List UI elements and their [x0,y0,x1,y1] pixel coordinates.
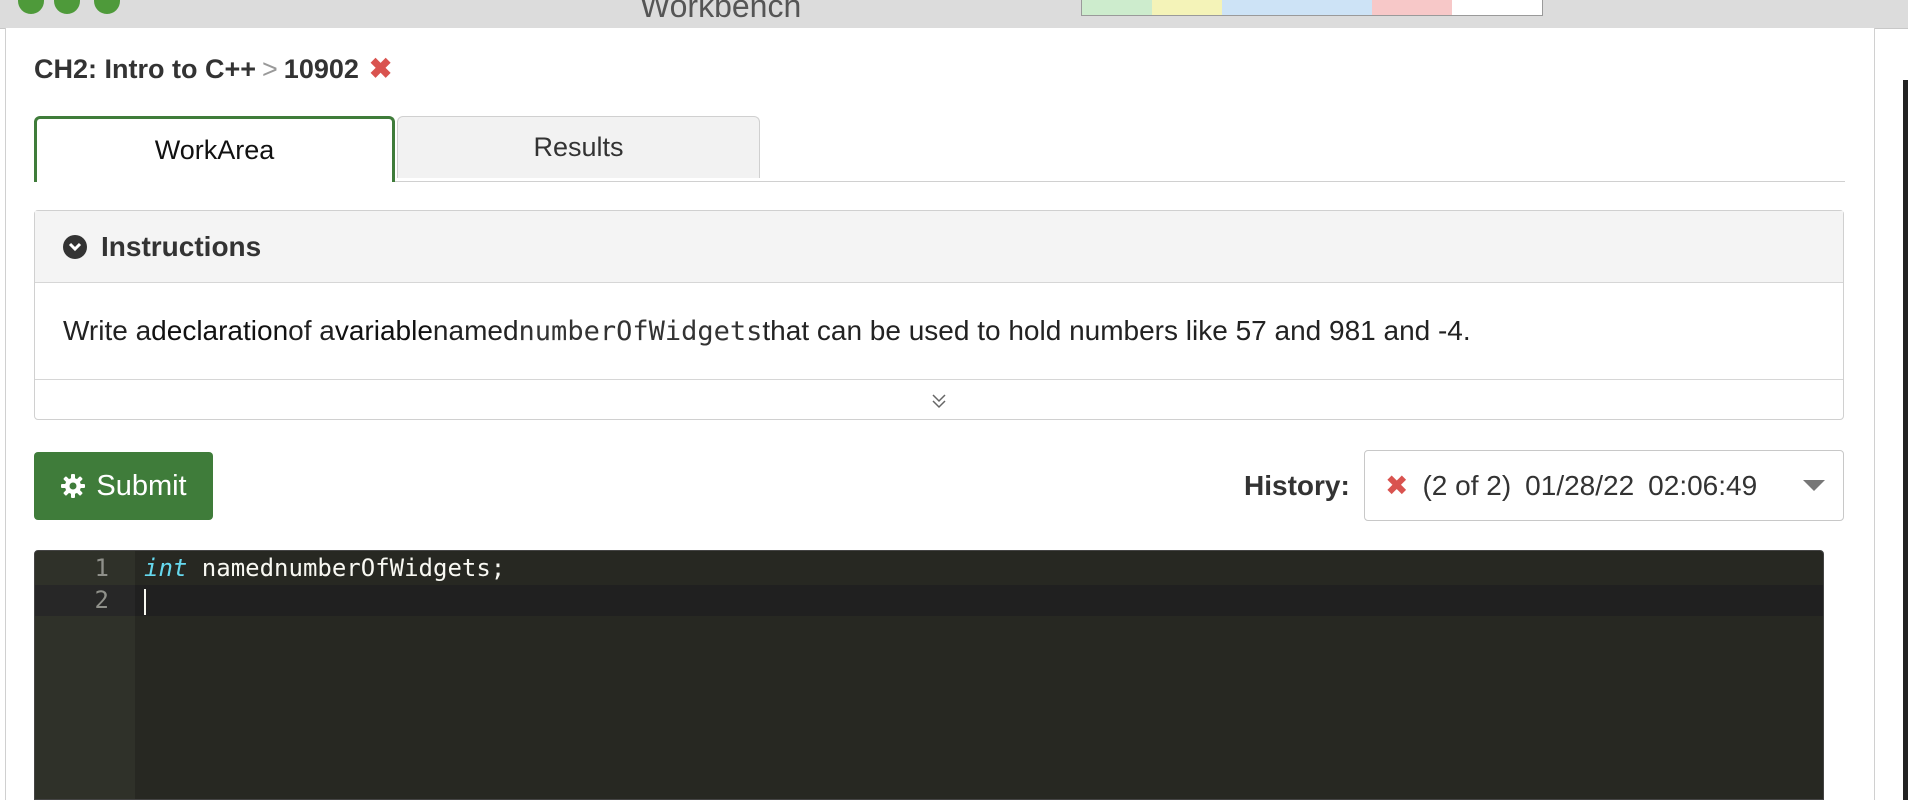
code-line[interactable]: int namednumberOfWidgets; [144,554,505,582]
history-count: (2 of 2) [1422,469,1512,501]
score-segment [1222,0,1302,15]
window-titlebar: Workbench [0,0,1908,29]
submit-button[interactable]: Submit [34,452,213,520]
history-label: History: [1244,470,1350,501]
score-segment [1452,0,1542,15]
history-dropdown[interactable]: ✖ (2 of 2) 01/28/22 02:06:49 [1364,450,1844,521]
close-icon: ✖ [1385,470,1409,501]
tab-results[interactable]: Results [397,116,760,178]
gear-icon [61,474,86,498]
close-window-button[interactable] [18,0,44,14]
history-time: 02:06:49 [1648,469,1758,501]
breadcrumb-course[interactable]: CH2: Intro to C++ [34,54,256,84]
instructions-title: Instructions [101,230,262,262]
instructions-header[interactable]: Instructions [35,211,1843,283]
line-number: 1 [94,554,109,582]
code-text: namednumberOfWidgets; [187,554,506,582]
variable-name-code: numberOfWidgets [518,315,763,347]
active-line-highlight [35,585,1823,616]
score-segment [1082,0,1152,15]
maximize-window-button[interactable] [94,0,120,14]
line-number: 2 [94,586,109,614]
submit-label: Submit [96,469,187,502]
score-segment [1372,0,1452,15]
instructions-panel: Instructions Write a declaration of a va… [34,210,1844,420]
glossary-term-declaration[interactable]: declaration [151,315,288,347]
window-title: Workbench [640,0,802,24]
glossary-term-variable[interactable]: variable [335,315,433,347]
score-segment [1152,0,1222,15]
minimize-window-button[interactable] [54,0,80,14]
instruction-text-part: that can be used to hold numbers like 57… [762,315,1471,346]
code-keyword: int [144,554,188,582]
instructions-text: Write a declaration of a variable named n… [35,283,1843,380]
chevron-down-icon [63,234,87,259]
history-date: 01/28/22 [1525,469,1635,501]
breadcrumb-exercise-id: 10902 [283,54,359,84]
score-segment [1302,0,1372,15]
code-editor[interactable]: 1 2 int namednumberOfWidgets; [34,550,1824,800]
text-cursor [144,589,146,615]
tab-bar: WorkArea Results [34,116,1845,182]
double-chevron-down-icon [932,393,946,408]
breadcrumb-separator: > [262,54,278,84]
score-strip [1081,0,1543,16]
tab-workarea[interactable]: WorkArea [34,116,395,182]
instruction-text-part: Write a [63,315,152,346]
caret-down-icon [1803,480,1825,491]
background-edge [1903,80,1908,800]
breadcrumb: CH2: Intro to C++ >10902 ✖ [34,52,392,85]
expand-instructions-button[interactable] [35,380,1843,421]
instruction-text-part: of a [288,315,335,346]
instruction-text-part: named [432,315,519,346]
close-icon: ✖ [368,53,393,84]
